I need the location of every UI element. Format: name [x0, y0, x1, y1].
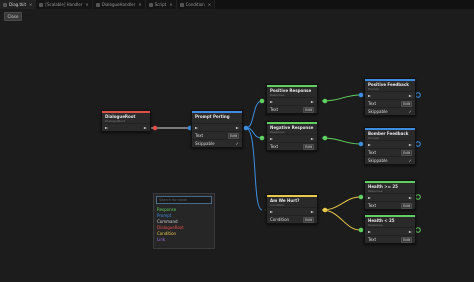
node-flow-row: ► ►	[365, 227, 415, 235]
menu-item-link[interactable]: Link	[154, 236, 214, 242]
port-amhurt-out[interactable]	[322, 207, 328, 213]
node-flow-row: ► ►	[267, 134, 317, 142]
node-text-row: Text Edit	[365, 99, 415, 107]
node-text-row: Text Edit	[192, 131, 242, 139]
edit-button[interactable]: Edit	[401, 100, 412, 107]
arrow-right-icon: ►	[105, 125, 109, 130]
node-search-input[interactable]: Search for node	[156, 196, 212, 204]
arrow-right-icon: ►	[270, 99, 274, 104]
arrow-right-icon: ►	[270, 136, 274, 141]
port-posresp-in[interactable]	[259, 98, 265, 104]
port-posfb-out[interactable]	[415, 92, 421, 98]
arrow-right-icon: ►	[310, 209, 314, 214]
edit-button[interactable]: Edit	[303, 143, 314, 150]
node-positive-feedback[interactable]: Positive Feedback Prompt ► ► Text Edit Ski…	[364, 78, 416, 116]
node-flow-row: ► ►	[365, 140, 415, 148]
arrow-right-icon: ►	[235, 125, 239, 130]
node-skippable-row: Skippable ✓	[192, 139, 242, 147]
checkmark-icon[interactable]: ✓	[236, 141, 239, 146]
node-prompt[interactable]: Prompt Porting ► ► Text Edit Skippable ✓	[191, 110, 243, 148]
wire-negresp-negfb	[321, 137, 361, 145]
node-flow-row: ► ►	[267, 97, 317, 105]
port-health1-out[interactable]	[415, 194, 421, 200]
node-context-menu: Search for node Response Prompt Command …	[153, 193, 215, 249]
node-condition-row: Condition Edit	[267, 215, 317, 223]
arrow-right-icon: ►	[310, 136, 314, 141]
port-prompt-out[interactable]	[243, 125, 249, 131]
edit-button[interactable]: Edit	[303, 106, 314, 113]
port-negfb-in[interactable]	[358, 141, 364, 147]
node-skippable-row: Skippable ✓	[365, 156, 415, 164]
arrow-right-icon: ►	[408, 229, 412, 234]
wire-posresp-posfb	[321, 94, 361, 102]
edit-button[interactable]: Edit	[303, 216, 314, 223]
wire-amhurt-health2	[321, 209, 361, 231]
node-health-high[interactable]: Health >= 25 Response ► ► Text Edit	[364, 180, 416, 210]
checkmark-icon[interactable]: ✓	[409, 158, 412, 163]
wire-amhurt-health1	[321, 196, 361, 211]
node-flow-row: ► ►	[365, 193, 415, 201]
port-posfb-in[interactable]	[358, 92, 364, 98]
arrow-right-icon: ►	[310, 99, 314, 104]
port-negfb-out[interactable]	[415, 141, 421, 147]
arrow-right-icon: ►	[195, 125, 199, 130]
arrow-right-icon: ►	[143, 125, 147, 130]
port-posresp-out[interactable]	[322, 98, 328, 104]
port-health2-out[interactable]	[415, 227, 421, 233]
wire-prompt-posresp	[245, 100, 263, 129]
node-flow-row: ► ►	[365, 91, 415, 99]
node-text-row: Text Edit	[267, 142, 317, 150]
edit-button[interactable]: Edit	[401, 149, 412, 156]
arrow-right-icon: ►	[270, 209, 274, 214]
edit-button[interactable]: Edit	[401, 236, 412, 243]
node-negative-response[interactable]: Negative Response Response ► ► Text Edit	[266, 121, 318, 151]
checkmark-icon[interactable]: ✓	[409, 109, 412, 114]
node-condition-hurt[interactable]: Am We Hurt? Condition ► ► Condition Edit	[266, 194, 318, 224]
node-text-row: Text Edit	[365, 201, 415, 209]
arrow-right-icon: ►	[408, 93, 412, 98]
port-health2-in[interactable]	[358, 227, 364, 233]
node-dialogue-root[interactable]: DialogueRoot DialogueRoot ► ►	[101, 110, 151, 132]
arrow-right-icon: ►	[368, 195, 372, 200]
node-text-row: Text Edit	[267, 105, 317, 113]
node-flow-row: ► ►	[102, 123, 150, 131]
port-root-out[interactable]	[152, 125, 158, 131]
node-skippable-row: Skippable ✓	[365, 107, 415, 115]
arrow-right-icon: ►	[368, 229, 372, 234]
edit-button[interactable]: Edit	[401, 202, 412, 209]
port-negresp-in[interactable]	[259, 135, 265, 141]
port-negresp-out[interactable]	[322, 135, 328, 141]
node-flow-row: ► ►	[267, 207, 317, 215]
node-positive-response[interactable]: Positive Response Response ► ► Text Edit	[266, 84, 318, 114]
wire-prompt-amhurt	[245, 127, 263, 211]
arrow-right-icon: ►	[408, 142, 412, 147]
arrow-right-icon: ►	[368, 93, 372, 98]
node-bomber-feedback[interactable]: Bomber Feedback Prompt ► ► Text Edit Skipp…	[364, 127, 416, 165]
arrow-right-icon: ►	[408, 195, 412, 200]
arrow-right-icon: ►	[368, 142, 372, 147]
node-text-row: Text Edit	[365, 235, 415, 243]
edit-button[interactable]: Edit	[228, 132, 239, 139]
port-health1-in[interactable]	[358, 194, 364, 200]
node-health-low[interactable]: Health < 25 Response ► ► Text Edit	[364, 214, 416, 244]
node-flow-row: ► ►	[192, 123, 242, 131]
node-text-row: Text Edit	[365, 148, 415, 156]
